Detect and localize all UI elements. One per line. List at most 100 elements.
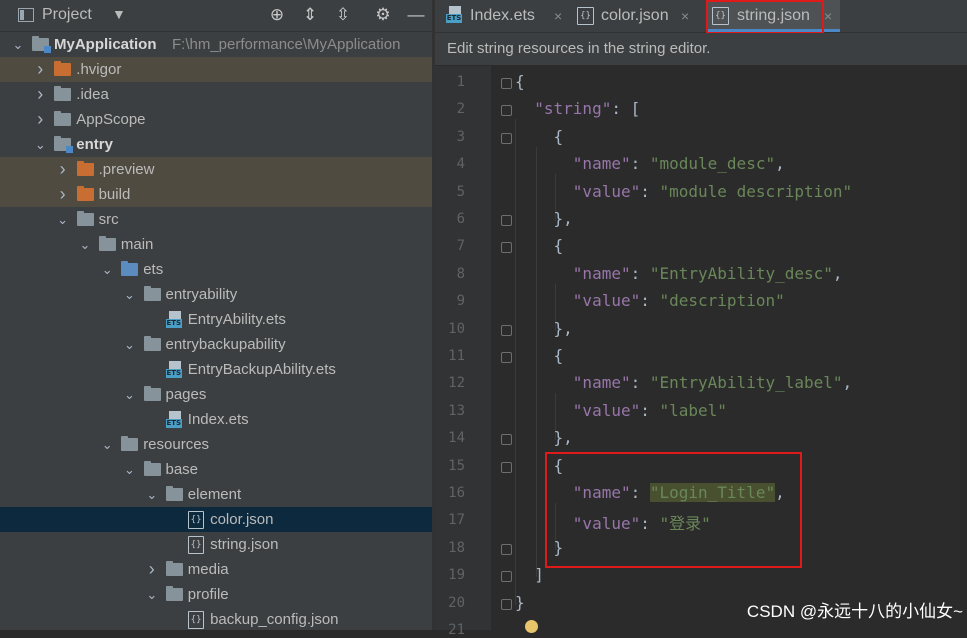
- code-line[interactable]: "value": "description": [515, 291, 785, 310]
- tree-row-build[interactable]: › build: [0, 182, 432, 207]
- chevron-down-icon[interactable]: ⌄: [124, 282, 136, 307]
- tree-row-entry[interactable]: ⌄ entry: [0, 132, 432, 157]
- ets-file-icon: ETS: [446, 6, 463, 24]
- ets-file-icon: ETS: [165, 411, 182, 428]
- chevron-down-icon[interactable]: ⌄: [124, 332, 136, 357]
- code-line[interactable]: {: [515, 127, 564, 146]
- chevron-down-icon[interactable]: ⌄: [34, 132, 46, 157]
- fold-marker-icon[interactable]: [501, 571, 512, 583]
- code-line[interactable]: "name": "EntryAbility_label",: [515, 373, 852, 392]
- tree-row-base[interactable]: ⌄ base: [0, 457, 432, 482]
- tree-row-element[interactable]: ⌄ element: [0, 482, 432, 507]
- code-line[interactable]: {: [515, 236, 564, 255]
- tree-row-main[interactable]: ⌄ main: [0, 232, 432, 257]
- code-line[interactable]: "name": "EntryAbility_desc",: [515, 264, 843, 283]
- collapse-all-icon[interactable]: ⇳: [332, 4, 354, 26]
- fold-marker-icon[interactable]: [501, 543, 512, 555]
- project-view-icon: [18, 8, 34, 22]
- tree-row-myapplication[interactable]: ⌄ MyApplication F:\hm_performance\MyApplic…: [0, 32, 432, 57]
- editor-notification-banner[interactable]: Edit string resources in the string edit…: [435, 33, 967, 65]
- code-line[interactable]: ]: [515, 565, 544, 584]
- chevron-down-icon[interactable]: ⌄: [57, 207, 69, 232]
- tree-row-profile[interactable]: ⌄ profile: [0, 582, 432, 607]
- chevron-down-icon[interactable]: ⌄: [101, 257, 113, 282]
- json-punctuation: }: [515, 592, 525, 612]
- fold-marker-icon[interactable]: [501, 352, 512, 363]
- fold-marker-icon[interactable]: [501, 434, 512, 446]
- tree-row-backup-config-json[interactable]: {} backup_config.json: [0, 607, 432, 630]
- code-line[interactable]: },: [515, 428, 573, 447]
- fold-marker-icon[interactable]: [501, 105, 512, 117]
- chevron-right-icon[interactable]: ›: [146, 557, 158, 582]
- chevron-down-icon[interactable]: ⌄: [12, 32, 24, 57]
- minimize-icon[interactable]: —: [405, 4, 427, 26]
- lightbulb-icon[interactable]: [525, 620, 538, 633]
- json-punctuation: ,: [842, 373, 853, 393]
- code-line[interactable]: }: [515, 593, 525, 612]
- json-punctuation: [515, 291, 573, 310]
- tree-row-color-json[interactable]: {} color.json: [0, 507, 432, 532]
- chevron-down-icon[interactable]: ⌄: [79, 232, 91, 257]
- chevron-down-icon[interactable]: ⌄: [124, 382, 136, 407]
- tree-row-entrybackupability-ets[interactable]: ETS EntryBackupAbility.ets: [0, 357, 432, 382]
- fold-marker-icon[interactable]: [501, 215, 512, 226]
- json-punctuation: :: [640, 400, 660, 420]
- chevron-right-icon[interactable]: ›: [57, 157, 69, 182]
- locate-icon[interactable]: ⊕: [266, 4, 288, 26]
- tree-row-preview[interactable]: › .preview: [0, 157, 432, 182]
- close-icon[interactable]: ×: [554, 0, 562, 32]
- gear-icon[interactable]: ⚙: [372, 4, 394, 26]
- fold-marker-icon[interactable]: [501, 242, 512, 254]
- expand-all-icon[interactable]: ⇕: [299, 4, 321, 26]
- fold-marker-icon[interactable]: [501, 461, 512, 473]
- folder-icon: [165, 561, 183, 576]
- line-number: 20: [448, 594, 465, 611]
- chevron-down-icon[interactable]: ⌄: [146, 482, 158, 507]
- chevron-down-icon[interactable]: ⌄: [124, 457, 136, 482]
- fold-marker-icon[interactable]: [501, 324, 512, 336]
- close-icon[interactable]: ×: [681, 0, 689, 32]
- module-folder-icon: [32, 36, 51, 53]
- tree-row-appscope[interactable]: › AppScope: [0, 107, 432, 132]
- tree-row-src[interactable]: ⌄ src: [0, 207, 432, 232]
- tree-row-hvigor[interactable]: › .hvigor: [0, 57, 432, 82]
- tree-row-resources[interactable]: ⌄ resources: [0, 432, 432, 457]
- ets-file-icon: ETS: [165, 311, 182, 328]
- tree-row-idea[interactable]: › .idea: [0, 82, 432, 107]
- project-path: F:\hm_performance\MyApplication: [172, 36, 401, 53]
- close-icon[interactable]: ×: [824, 0, 832, 32]
- code-line[interactable]: },: [515, 209, 573, 228]
- tree-label: color.json: [210, 511, 274, 528]
- tree-row-media[interactable]: › media: [0, 557, 432, 582]
- chevron-right-icon[interactable]: ›: [34, 107, 46, 132]
- code-line[interactable]: "value": "label": [515, 401, 727, 420]
- code-line[interactable]: "value": "module description": [515, 182, 852, 201]
- chevron-down-icon[interactable]: ⌄: [101, 432, 113, 457]
- tree-row-entrybackupability[interactable]: ⌄ entrybackupability: [0, 332, 432, 357]
- code-line[interactable]: {: [515, 346, 564, 365]
- json-string: "EntryAbility_desc": [649, 263, 833, 283]
- chevron-right-icon[interactable]: ›: [57, 182, 69, 207]
- tree-row-string-json[interactable]: {} string.json: [0, 532, 432, 557]
- chevron-down-icon[interactable]: ⌄: [146, 582, 158, 607]
- tab-index-ets[interactable]: ETS Index.ets ×: [446, 0, 570, 32]
- project-view-title[interactable]: Project: [42, 6, 92, 24]
- tree-label: element: [187, 486, 242, 503]
- code-line[interactable]: "string": [: [515, 99, 640, 118]
- tree-row-entryability-ets[interactable]: ETS EntryAbility.ets: [0, 307, 432, 332]
- code-line[interactable]: {: [515, 72, 525, 91]
- fold-marker-icon[interactable]: [501, 132, 512, 144]
- tree-row-pages[interactable]: ⌄ pages: [0, 382, 432, 407]
- code-line[interactable]: "name": "module_desc",: [515, 154, 785, 173]
- tab-color-json[interactable]: {} color.json ×: [577, 0, 699, 32]
- tree-row-index-ets[interactable]: ETS Index.ets: [0, 407, 432, 432]
- line-number: 14: [448, 430, 465, 447]
- fold-marker-icon[interactable]: [501, 78, 512, 89]
- fold-marker-icon[interactable]: [501, 598, 512, 610]
- tree-row-ets[interactable]: ⌄ ets: [0, 257, 432, 282]
- chevron-right-icon[interactable]: ›: [34, 57, 46, 82]
- code-line[interactable]: },: [515, 319, 573, 338]
- chevron-down-icon[interactable]: ▼: [112, 6, 126, 22]
- chevron-right-icon[interactable]: ›: [34, 82, 46, 107]
- tree-row-entryability[interactable]: ⌄ entryability: [0, 282, 432, 307]
